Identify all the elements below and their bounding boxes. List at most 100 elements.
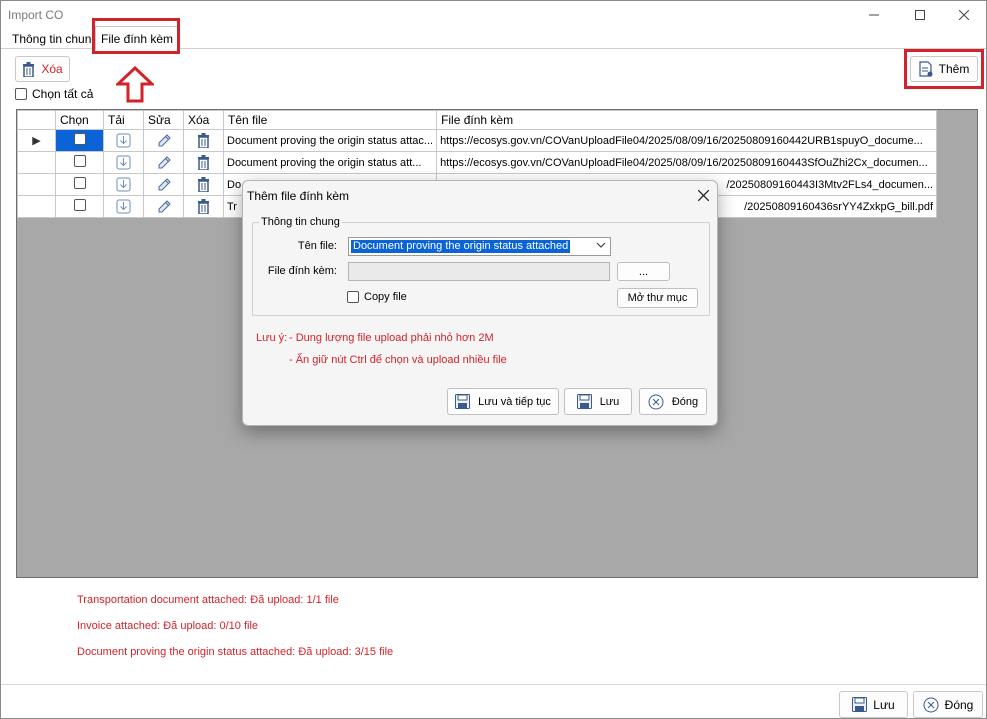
note-prefix: Lưu ý: <box>256 332 288 344</box>
footer-divider <box>1 684 986 685</box>
pencil-icon[interactable] <box>156 155 172 171</box>
column-header-delete[interactable]: Xóa <box>183 110 224 130</box>
attachment-label: File đính kèm: <box>267 265 337 277</box>
row-indicator <box>17 195 56 218</box>
floppy-disk-icon <box>576 394 592 409</box>
filename-select[interactable]: Document proving the origin status attac… <box>348 237 611 256</box>
download-icon[interactable] <box>116 199 131 214</box>
dialog-close-label: Đóng <box>671 395 699 408</box>
row-edit-cell[interactable] <box>143 173 184 196</box>
close-circle-icon <box>923 697 939 712</box>
trash-icon <box>23 61 35 77</box>
dialog-save-button[interactable]: Lưu <box>564 388 632 415</box>
row-checkbox[interactable] <box>73 133 86 145</box>
copy-file-label: Copy file <box>364 291 407 303</box>
row-delete-cell[interactable] <box>183 195 224 218</box>
row-filename: Document proving the origin status att..… <box>222 151 438 174</box>
table-row[interactable]: Document proving the origin status att..… <box>17 151 938 174</box>
download-icon[interactable] <box>116 177 131 192</box>
select-all-label: Chọn tất cả <box>32 87 94 101</box>
row-delete-cell[interactable] <box>183 151 224 174</box>
trash-icon[interactable] <box>197 133 210 148</box>
title-bar: Import CO <box>1 1 986 29</box>
row-download-cell[interactable] <box>103 173 144 196</box>
filename-select-value: Document proving the origin status attac… <box>351 240 571 253</box>
dialog-title: Thêm file đính kèm <box>247 189 350 203</box>
up-arrow-annotation-icon <box>116 66 154 103</box>
row-checkbox[interactable] <box>73 155 86 167</box>
delete-button[interactable]: Xóa <box>15 56 70 82</box>
tab-attachments[interactable]: File đính kèm <box>95 26 180 49</box>
row-download-cell[interactable] <box>103 129 144 152</box>
open-folder-button[interactable]: Mở thư mục <box>617 288 698 308</box>
copy-file-checkbox[interactable]: Copy file <box>347 291 407 303</box>
attachment-path-field[interactable] <box>348 262 610 281</box>
add-file-icon <box>919 61 933 77</box>
row-select-cell[interactable] <box>55 151 104 174</box>
row-delete-cell[interactable] <box>183 129 224 152</box>
row-download-cell[interactable] <box>103 151 144 174</box>
row-attachment-url: https://ecosys.gov.vn/COVanUploadFile04/… <box>436 129 938 152</box>
copy-file-check[interactable] <box>347 291 359 303</box>
pencil-icon[interactable] <box>156 133 172 149</box>
row-edit-cell[interactable] <box>143 151 184 174</box>
column-header-filename[interactable]: Tên file <box>222 110 438 130</box>
tab-strip: Thông tin chung File đính kèm <box>1 26 986 49</box>
row-edit-cell[interactable] <box>143 195 184 218</box>
delete-button-label: Xóa <box>41 62 63 76</box>
column-header-select[interactable]: Chọn <box>55 110 104 130</box>
close-window-button[interactable] <box>941 1 987 29</box>
row-select-cell[interactable] <box>55 129 104 152</box>
column-header-edit[interactable]: Sửa <box>143 110 184 130</box>
pencil-icon[interactable] <box>156 199 172 215</box>
row-checkbox[interactable] <box>73 177 86 189</box>
row-delete-cell[interactable] <box>183 173 224 196</box>
select-all-check[interactable] <box>15 88 27 100</box>
save-continue-button[interactable]: Lưu và tiếp tục <box>447 388 559 415</box>
maximize-button[interactable] <box>897 1 943 29</box>
save-button[interactable]: Lưu <box>839 691 908 718</box>
add-button[interactable]: Thêm <box>910 56 978 82</box>
trash-icon[interactable] <box>197 177 210 192</box>
download-icon[interactable] <box>116 133 131 148</box>
import-co-window: Import CO Thông tin chung File đính kèm … <box>0 0 987 719</box>
browse-button[interactable]: ... <box>617 262 670 281</box>
row-indicator <box>17 173 56 196</box>
tab-general-info[interactable]: Thông tin chung <box>7 29 103 49</box>
status-invoice: Invoice attached: Đã upload: 0/10 file <box>77 620 259 632</box>
minimize-button[interactable] <box>851 1 897 29</box>
row-select-cell[interactable] <box>55 195 104 218</box>
dialog-close-button[interactable] <box>695 187 711 203</box>
save-continue-label: Lưu và tiếp tục <box>478 395 551 408</box>
dialog-group-label: Thông tin chung <box>259 216 342 228</box>
row-header-cell <box>17 110 56 130</box>
close-circle-icon <box>648 394 664 409</box>
add-attachment-dialog: Thêm file đính kèm Thông tin chung Tên f… <box>242 180 718 426</box>
row-select-cell[interactable] <box>55 173 104 196</box>
trash-icon[interactable] <box>197 199 210 214</box>
close-button[interactable]: Đóng <box>913 691 983 718</box>
dialog-close-action-button[interactable]: Đóng <box>639 388 707 415</box>
row-filename: Document proving the origin status attac… <box>222 129 438 152</box>
close-icon <box>697 189 709 201</box>
add-button-label: Thêm <box>938 62 970 76</box>
row-download-cell[interactable] <box>103 195 144 218</box>
grid-header-row: Chọn Tải Sửa Xóa Tên file File đính kèm <box>17 110 938 130</box>
floppy-disk-icon <box>455 394 471 409</box>
minimize-icon <box>869 14 879 16</box>
column-header-download[interactable]: Tải <box>103 110 144 130</box>
table-row[interactable]: ▶ Document proving the origin status att… <box>17 129 938 152</box>
dialog-save-label: Lưu <box>599 395 620 408</box>
row-checkbox[interactable] <box>73 199 86 211</box>
row-edit-cell[interactable] <box>143 129 184 152</box>
select-all-checkbox[interactable]: Chọn tất cả <box>15 87 93 101</box>
column-header-attachment[interactable]: File đính kèm <box>436 110 938 130</box>
chevron-down-icon <box>596 240 606 251</box>
close-icon <box>959 10 969 20</box>
filename-label: Tên file: <box>297 240 337 252</box>
save-button-label: Lưu <box>873 697 895 712</box>
row-attachment-url: https://ecosys.gov.vn/COVanUploadFile04/… <box>436 151 938 174</box>
pencil-icon[interactable] <box>156 177 172 193</box>
download-icon[interactable] <box>116 155 131 170</box>
trash-icon[interactable] <box>197 155 210 170</box>
